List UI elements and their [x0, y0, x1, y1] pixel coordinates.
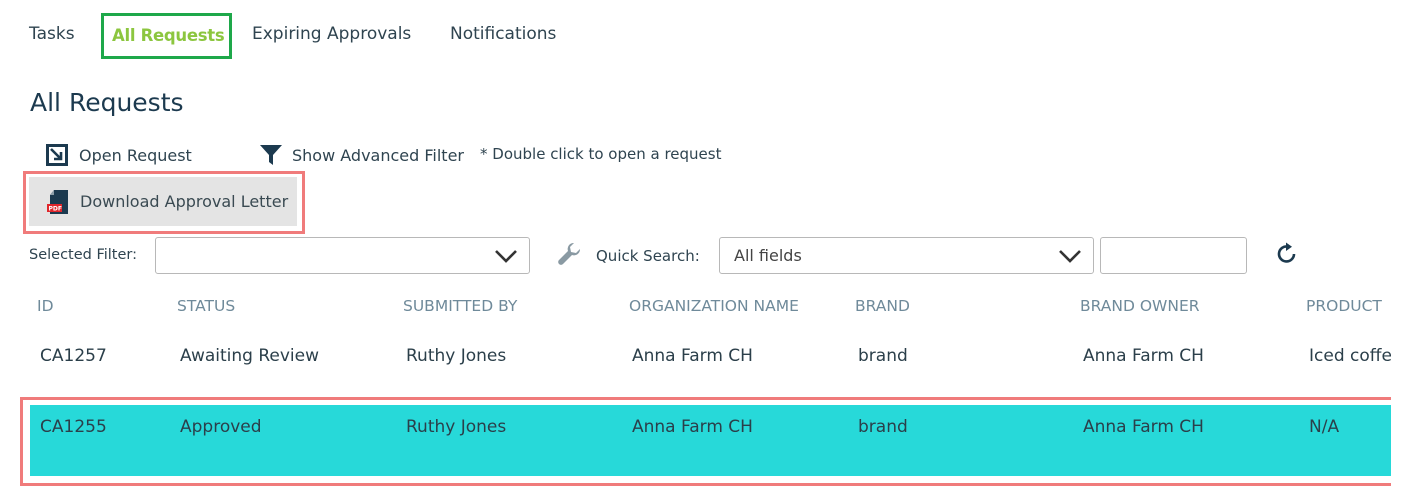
- cell-brand: brand: [858, 346, 908, 366]
- cell-status: Awaiting Review: [180, 346, 319, 366]
- table-row-selected[interactable]: [30, 405, 1391, 476]
- cell-submitted-by: Ruthy Jones: [406, 346, 507, 366]
- cell-submitted-by: Ruthy Jones: [406, 417, 507, 437]
- cell-organization-name: Anna Farm CH: [632, 417, 753, 437]
- column-header-product[interactable]: PRODUCT: [1306, 297, 1382, 315]
- requests-table: ID STATUS SUBMITTED BY ORGANIZATION NAME…: [0, 0, 1391, 495]
- column-header-organization-name[interactable]: ORGANIZATION NAME: [629, 297, 799, 315]
- cell-product: N/A: [1309, 417, 1340, 437]
- cell-product: Iced coffee: [1309, 346, 1391, 366]
- column-header-id[interactable]: ID: [37, 297, 54, 315]
- cell-organization-name: Anna Farm CH: [632, 346, 753, 366]
- cell-status: Approved: [180, 417, 262, 437]
- column-header-submitted-by[interactable]: SUBMITTED BY: [403, 297, 517, 315]
- column-header-status[interactable]: STATUS: [177, 297, 235, 315]
- cell-brand: brand: [858, 417, 908, 437]
- cell-brand-owner: Anna Farm CH: [1083, 417, 1204, 437]
- cell-brand-owner: Anna Farm CH: [1083, 346, 1204, 366]
- column-header-brand[interactable]: BRAND: [855, 297, 910, 315]
- cell-id: CA1257: [40, 346, 107, 366]
- column-header-brand-owner[interactable]: BRAND OWNER: [1080, 297, 1200, 315]
- cell-id: CA1255: [40, 417, 107, 437]
